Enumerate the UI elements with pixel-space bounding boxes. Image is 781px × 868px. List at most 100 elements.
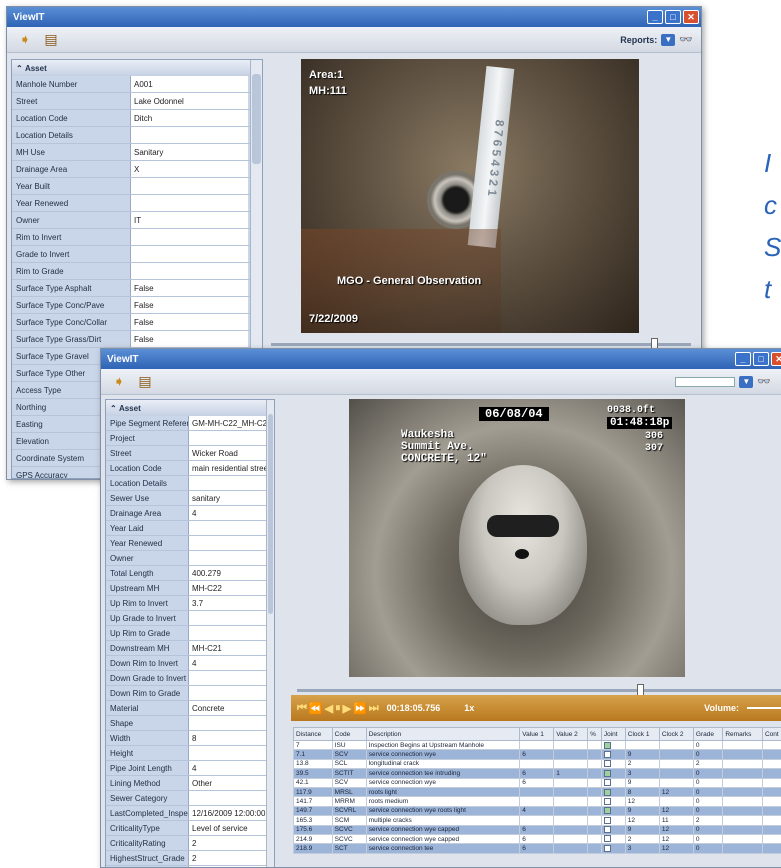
- column-header[interactable]: Joint: [601, 728, 625, 741]
- close-button-front[interactable]: ✕: [771, 352, 781, 366]
- column-header[interactable]: Clock 1: [625, 728, 659, 741]
- table-row[interactable]: 7.1SCVservice connection wye690: [294, 750, 781, 759]
- joint-checkbox[interactable]: [604, 770, 611, 777]
- field-value[interactable]: 12/16/2009 12:00:00 AM: [188, 806, 266, 820]
- field-value[interactable]: [188, 431, 266, 445]
- field-value[interactable]: A001: [130, 76, 248, 92]
- asset-panel-header[interactable]: ⌃ Asset: [12, 60, 262, 76]
- skip-end-icon[interactable]: ⏭: [369, 702, 379, 715]
- column-header[interactable]: Value 2: [554, 728, 588, 741]
- field-value[interactable]: 4: [188, 656, 266, 670]
- field-value[interactable]: Level of service: [188, 821, 266, 835]
- column-header[interactable]: Remarks: [723, 728, 763, 741]
- field-value[interactable]: sanitary: [188, 491, 266, 505]
- field-value[interactable]: [188, 716, 266, 730]
- joint-checkbox[interactable]: [604, 789, 611, 796]
- folder-icon[interactable]: ▤: [41, 31, 61, 49]
- minimize-button[interactable]: _: [647, 10, 663, 24]
- field-value[interactable]: IT: [130, 212, 248, 228]
- field-value[interactable]: 2: [188, 851, 266, 865]
- column-header[interactable]: Code: [332, 728, 366, 741]
- field-value[interactable]: [188, 611, 266, 625]
- joint-checkbox[interactable]: [604, 798, 611, 805]
- column-header[interactable]: Value 1: [520, 728, 554, 741]
- reports-select[interactable]: [675, 377, 735, 387]
- table-row[interactable]: 7ISUInspection Begins at Upstream Manhol…: [294, 741, 781, 750]
- asset-panel-header-front[interactable]: ⌃ Asset: [106, 400, 274, 416]
- field-value[interactable]: Sanitary: [130, 144, 248, 160]
- table-row[interactable]: 13.8SCLlongitudinal crack22: [294, 759, 781, 768]
- field-value[interactable]: Wicker Road: [188, 446, 266, 460]
- joint-checkbox[interactable]: [604, 751, 611, 758]
- table-row[interactable]: 39.5SCTITservice connection tee intrudin…: [294, 769, 781, 778]
- field-value[interactable]: [188, 521, 266, 535]
- joint-checkbox[interactable]: [604, 779, 611, 786]
- column-header[interactable]: Cont: [762, 728, 781, 741]
- field-value[interactable]: [130, 127, 248, 143]
- map-pin-icon[interactable]: ➧: [109, 373, 129, 391]
- joint-checkbox[interactable]: [604, 817, 611, 824]
- skip-start-icon[interactable]: ⏮: [297, 702, 307, 715]
- column-header[interactable]: Clock 2: [659, 728, 693, 741]
- maximize-button-front[interactable]: □: [753, 352, 769, 366]
- field-value[interactable]: [130, 195, 248, 211]
- field-value[interactable]: [188, 476, 266, 490]
- fast-forward-icon[interactable]: ⏩: [353, 702, 367, 715]
- field-value[interactable]: [188, 671, 266, 685]
- table-row[interactable]: 117.9MRSLroots light8120: [294, 787, 781, 796]
- field-value[interactable]: [188, 551, 266, 565]
- step-back-icon[interactable]: ◀: [325, 702, 333, 715]
- field-value[interactable]: [188, 626, 266, 640]
- joint-checkbox[interactable]: [604, 835, 611, 842]
- field-value[interactable]: X: [130, 161, 248, 177]
- joint-checkbox[interactable]: [604, 845, 611, 852]
- table-row[interactable]: 149.7SCVRLservice connection wye roots l…: [294, 806, 781, 815]
- field-value[interactable]: 4: [188, 506, 266, 520]
- joint-checkbox[interactable]: [604, 760, 611, 767]
- field-value[interactable]: 400.279: [188, 566, 266, 580]
- field-value[interactable]: [188, 791, 266, 805]
- joint-checkbox[interactable]: [604, 742, 611, 749]
- column-header[interactable]: Grade: [693, 728, 722, 741]
- field-value[interactable]: Ditch: [130, 110, 248, 126]
- table-row[interactable]: 165.3SCMmultiple cracks12112: [294, 816, 781, 825]
- joint-checkbox[interactable]: [604, 807, 611, 814]
- field-value[interactable]: False: [130, 314, 248, 330]
- field-value[interactable]: GM-MH-C22_MH-C21: [188, 416, 266, 430]
- field-value[interactable]: 2: [188, 836, 266, 850]
- field-value[interactable]: Other: [188, 776, 266, 790]
- pause-icon[interactable]: ⏸: [335, 702, 341, 715]
- joint-checkbox[interactable]: [604, 826, 611, 833]
- field-value[interactable]: False: [130, 280, 248, 296]
- folder-icon[interactable]: ▤: [135, 373, 155, 391]
- video-seek-slider-front[interactable]: [297, 689, 781, 692]
- field-value[interactable]: 4: [188, 761, 266, 775]
- field-value[interactable]: main residential street: [188, 461, 266, 475]
- field-value[interactable]: False: [130, 297, 248, 313]
- field-value[interactable]: [188, 536, 266, 550]
- asset-panel-scrollbar-front[interactable]: [266, 400, 274, 868]
- binoculars-icon[interactable]: 👓: [679, 33, 693, 46]
- table-row[interactable]: 141.7MRRMroots medium120: [294, 797, 781, 806]
- field-value[interactable]: 8: [188, 731, 266, 745]
- map-pin-icon[interactable]: ➧: [15, 31, 35, 49]
- field-value[interactable]: Concrete: [188, 701, 266, 715]
- field-value[interactable]: Lake Odonnel: [130, 93, 248, 109]
- volume-slider[interactable]: [747, 707, 781, 709]
- field-value[interactable]: [130, 246, 248, 262]
- table-row[interactable]: 218.9SCTservice connection tee63120: [294, 844, 781, 853]
- field-value[interactable]: [188, 746, 266, 760]
- play-icon[interactable]: ▶: [343, 702, 351, 715]
- field-value[interactable]: [130, 263, 248, 279]
- maximize-button[interactable]: □: [665, 10, 681, 24]
- reports-dropdown-front[interactable]: ▼: [739, 376, 753, 388]
- minimize-button-front[interactable]: _: [735, 352, 751, 366]
- field-value[interactable]: [130, 229, 248, 245]
- column-header[interactable]: Description: [366, 728, 520, 741]
- field-value[interactable]: [130, 178, 248, 194]
- table-row[interactable]: 214.9SCVCservice connection wye capped62…: [294, 834, 781, 843]
- table-row[interactable]: 175.6SCVCservice connection wye capped69…: [294, 825, 781, 834]
- field-value[interactable]: 3.7: [188, 596, 266, 610]
- field-value[interactable]: MH-C21: [188, 641, 266, 655]
- column-header[interactable]: Distance: [294, 728, 333, 741]
